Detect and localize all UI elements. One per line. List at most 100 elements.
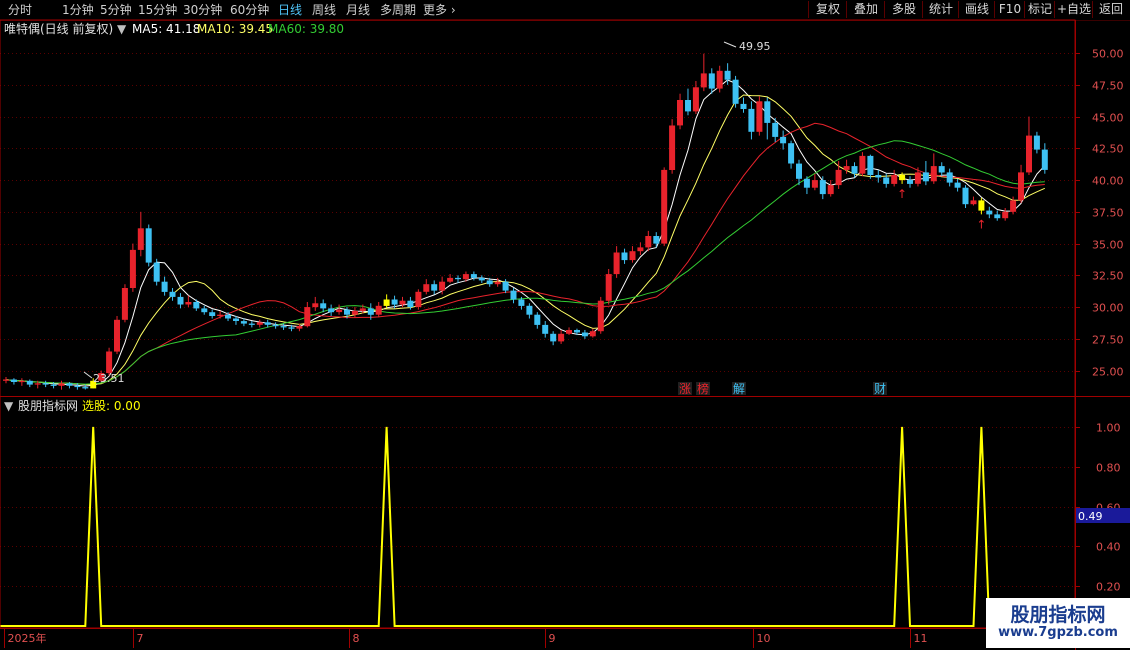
main-y-tick-label: 25.00 xyxy=(1092,366,1124,379)
event-marker-label: 涨 xyxy=(679,381,691,396)
candle-body xyxy=(629,251,636,261)
candle-body xyxy=(994,214,1001,219)
candle-body xyxy=(462,274,469,280)
ma5-line xyxy=(5,79,1046,387)
main-y-tick-label: 47.50 xyxy=(1092,80,1124,93)
candle-body xyxy=(756,101,763,132)
candle-body xyxy=(399,300,406,305)
candle-body xyxy=(248,323,255,325)
candle-body xyxy=(803,178,810,188)
candle-body xyxy=(209,312,216,316)
candle-body xyxy=(153,262,160,282)
candle-body xyxy=(534,314,541,325)
candle-body xyxy=(724,70,731,80)
candle-body xyxy=(320,303,327,309)
candle-body xyxy=(26,380,33,385)
candle-body xyxy=(1026,135,1032,173)
candle-body xyxy=(383,299,390,306)
candle-body xyxy=(907,180,913,184)
candle-body xyxy=(288,327,295,329)
candle-body xyxy=(748,108,755,132)
event-marker-label: 解 xyxy=(733,382,745,396)
candle-body xyxy=(1010,200,1017,212)
candle-body xyxy=(240,321,247,324)
candle-body xyxy=(788,143,795,164)
candle-body xyxy=(613,252,620,275)
candle-body xyxy=(574,330,580,333)
axis-layer: 50.00 47.50 45.00 42.50 40.00 37.50 35.00 32.50… xyxy=(0,19,1130,650)
candle-body xyxy=(811,180,818,188)
candle-body xyxy=(542,324,549,334)
select-signal-line xyxy=(0,426,1093,627)
candle-body xyxy=(304,307,311,327)
candle-body xyxy=(716,70,723,89)
sub-layer xyxy=(0,426,1093,627)
candle-body xyxy=(18,380,25,383)
candle-body xyxy=(50,384,57,386)
candle-body xyxy=(455,277,461,280)
candle-body xyxy=(233,318,239,321)
candle-body xyxy=(42,383,49,385)
candle-body xyxy=(10,379,17,382)
candle-body xyxy=(819,180,826,195)
candle-body xyxy=(359,308,366,311)
candle-body xyxy=(732,79,739,104)
candle-body xyxy=(914,172,921,184)
candle-body xyxy=(272,324,279,327)
candle-body xyxy=(875,175,882,178)
sub-y-tick-label: 0.20 xyxy=(1096,581,1121,594)
candle-body xyxy=(700,73,707,88)
candle-body xyxy=(677,100,683,126)
candle-body xyxy=(351,310,358,315)
event-marker-label: 榜 xyxy=(697,381,709,396)
candle-body xyxy=(415,291,422,307)
candle-body xyxy=(526,305,533,315)
main-y-tick-label: 32.50 xyxy=(1092,270,1124,283)
candle-body xyxy=(439,281,446,291)
candle-body xyxy=(930,166,937,182)
candle-body xyxy=(740,103,747,109)
candle-body xyxy=(827,185,834,195)
candle-body xyxy=(137,228,144,250)
x-tick-label: 9 xyxy=(549,632,556,645)
candle-body xyxy=(185,302,192,305)
x-tick-label: 2025年 xyxy=(8,631,47,645)
x-tick-label: 11 xyxy=(914,632,928,645)
watermark-logo: 股朋指标网 www.7gpzb.com xyxy=(986,598,1130,648)
candle-body xyxy=(114,319,120,352)
high-price-label: 49.95 xyxy=(739,40,771,53)
candle-body xyxy=(796,163,802,179)
candle-body xyxy=(391,299,398,305)
watermark-url: www.7gpzb.com xyxy=(998,625,1118,640)
candle-body xyxy=(407,300,414,308)
candle-body xyxy=(3,379,9,381)
candle-body xyxy=(34,383,41,385)
candle-body xyxy=(217,314,224,316)
candle-body xyxy=(867,155,874,175)
candle-body xyxy=(851,166,858,174)
candle-body xyxy=(478,277,485,281)
candle-body xyxy=(177,296,184,305)
main-y-tick-label: 50.00 xyxy=(1092,48,1124,61)
chart-canvas: ↑↑ 50.0047.5045.0042.5040.0037.5035.0032… xyxy=(0,19,1130,650)
sub-y-tick-label: 0.40 xyxy=(1096,541,1121,554)
candle-body xyxy=(1018,172,1024,201)
high-pointer-line xyxy=(723,41,737,48)
main-y-tick-label: 27.50 xyxy=(1092,334,1124,347)
candle-body xyxy=(161,281,168,292)
low-pointer-line xyxy=(83,371,93,379)
candle-body xyxy=(685,100,691,112)
candle-body xyxy=(1002,211,1009,219)
candle-body xyxy=(121,288,128,320)
candle-body xyxy=(1041,149,1048,170)
event-marker-label: 财 xyxy=(874,382,886,396)
candle-body xyxy=(494,281,501,285)
main-y-tick-label: 35.00 xyxy=(1092,239,1124,252)
candle-body xyxy=(447,277,454,282)
ma10-line xyxy=(5,94,1046,386)
candle-body xyxy=(597,300,604,332)
candle-body xyxy=(344,309,350,315)
main-y-tick-label: 37.50 xyxy=(1092,207,1124,220)
low-price-label: 23.51 xyxy=(93,372,125,385)
candle-body xyxy=(962,187,969,205)
